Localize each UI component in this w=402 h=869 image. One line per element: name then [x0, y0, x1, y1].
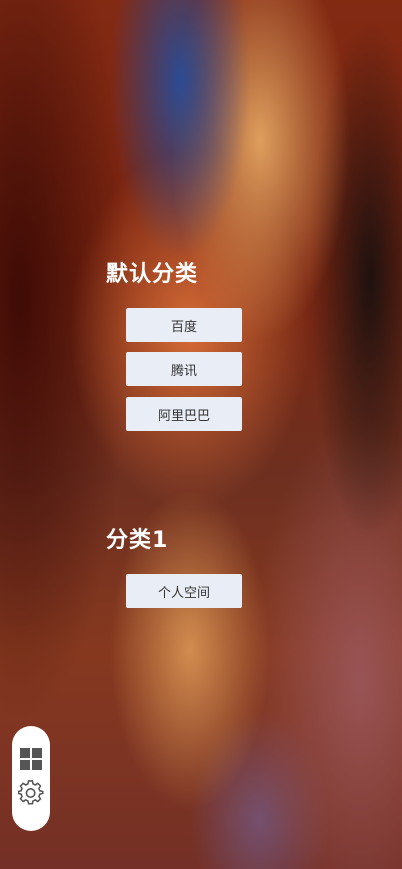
group-title-category-1: 分类1 [106, 528, 169, 553]
background-wallpaper [0, 0, 402, 869]
link-button-personal-space[interactable]: 个人空间 [126, 574, 242, 608]
link-button-tencent[interactable]: 腾讯 [126, 352, 242, 386]
side-dock [12, 726, 50, 831]
apps-button[interactable] [12, 740, 50, 778]
settings-button[interactable] [12, 774, 50, 812]
gear-icon [18, 780, 44, 805]
group-title-default: 默认分类 [106, 262, 199, 287]
link-button-alibaba[interactable]: 阿里巴巴 [126, 397, 242, 431]
grid-icon [20, 748, 42, 770]
link-button-baidu[interactable]: 百度 [126, 308, 242, 342]
